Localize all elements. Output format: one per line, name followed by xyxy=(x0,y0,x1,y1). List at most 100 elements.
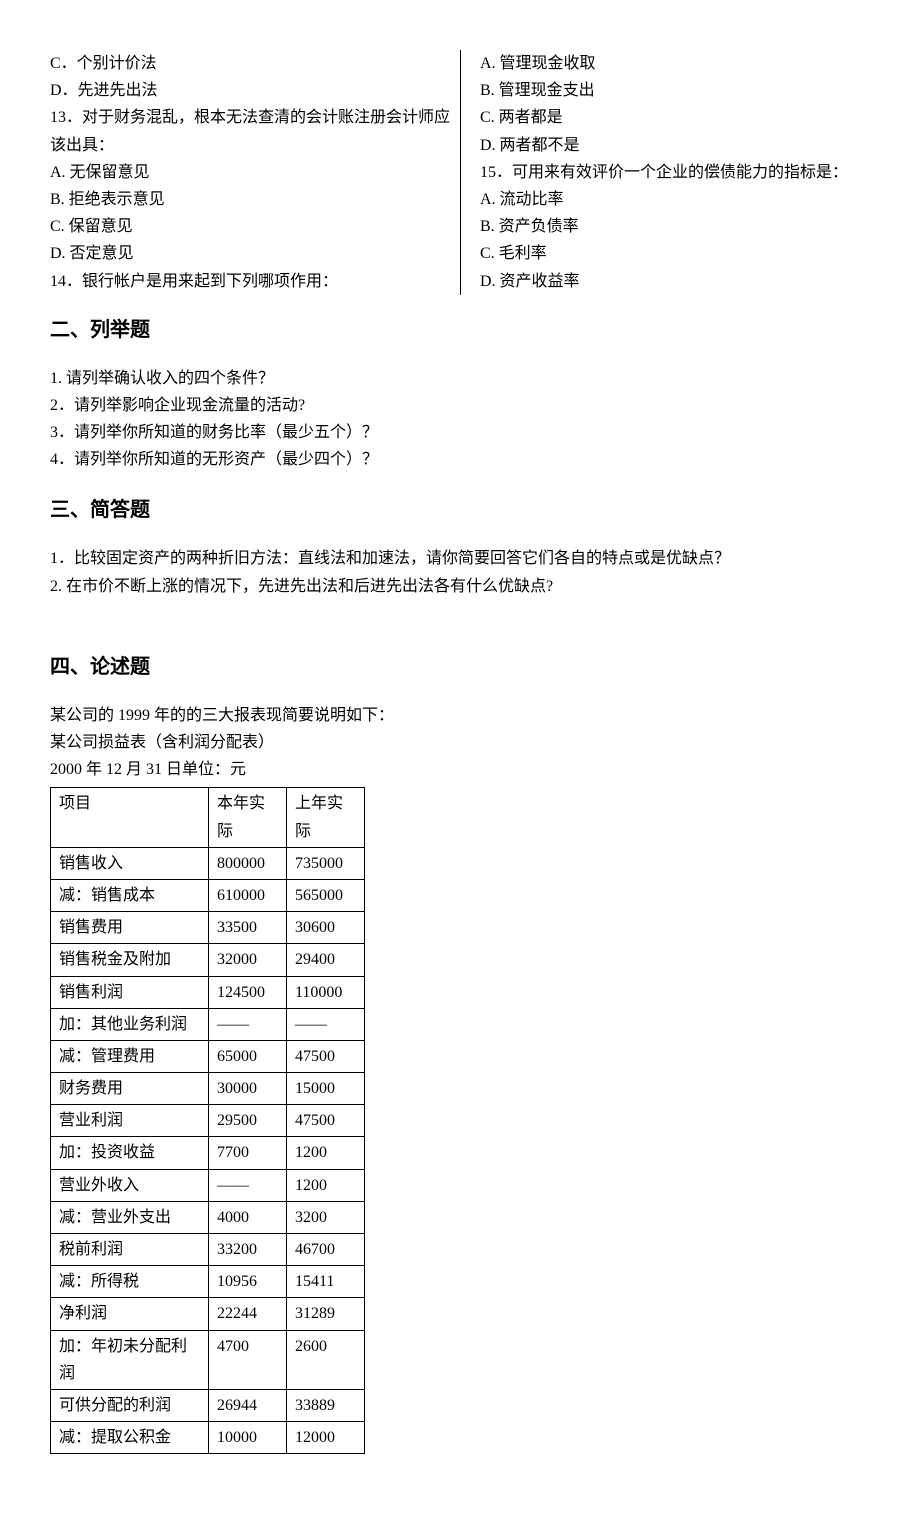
mc-line: 15．可用来有效评价一个企业的偿债能力的指标是： xyxy=(480,159,870,186)
table-row: 销售收入800000735000 xyxy=(51,847,365,879)
table-cell: 2600 xyxy=(287,1330,365,1389)
table-cell: 加：投资收益 xyxy=(51,1137,209,1169)
mc-line: C. 两者都是 xyxy=(480,104,870,131)
table-row: 加：年初未分配利润47002600 xyxy=(51,1330,365,1389)
table-row: 减：提取公积金1000012000 xyxy=(51,1422,365,1454)
multiple-choice-columns: C．个别计价法 D．先进先出法 13．对于财务混乱，根本无法查清的会计账注册会计… xyxy=(50,50,870,295)
table-cell: 29400 xyxy=(287,944,365,976)
table-cell: 10956 xyxy=(209,1266,287,1298)
table-cell: 32000 xyxy=(209,944,287,976)
table-cell: 3200 xyxy=(287,1201,365,1233)
table-cell: 可供分配的利润 xyxy=(51,1389,209,1421)
table-cell: 加：年初未分配利润 xyxy=(51,1330,209,1389)
table-row: 净利润2224431289 xyxy=(51,1298,365,1330)
table-cell: 30000 xyxy=(209,1073,287,1105)
table-cell: 1200 xyxy=(287,1137,365,1169)
table-cell: 565000 xyxy=(287,879,365,911)
income-statement-table: 项目本年实际上年实际销售收入800000735000减：销售成本61000056… xyxy=(50,787,365,1454)
section-2-title: 二、列举题 xyxy=(50,313,870,347)
table-row: 销售利润124500110000 xyxy=(51,976,365,1008)
mc-line: C．个别计价法 xyxy=(50,50,450,77)
table-cell: 减：管理费用 xyxy=(51,1040,209,1072)
table-row: 减：管理费用6500047500 xyxy=(51,1040,365,1072)
mc-line: D. 资产收益率 xyxy=(480,268,870,295)
mc-line: A. 管理现金收取 xyxy=(480,50,870,77)
table-header-cell: 项目 xyxy=(51,788,209,847)
intro-line: 某公司损益表（含利润分配表） xyxy=(50,729,870,756)
table-cell: 47500 xyxy=(287,1105,365,1137)
table-header-row: 项目本年实际上年实际 xyxy=(51,788,365,847)
intro-line: 某公司的 1999 年的的三大报表现简要说明如下： xyxy=(50,702,870,729)
table-cell: 33500 xyxy=(209,912,287,944)
table-cell: 610000 xyxy=(209,879,287,911)
table-cell: 65000 xyxy=(209,1040,287,1072)
list-item: 3．请列举你所知道的财务比率（最少五个）？ xyxy=(50,419,870,446)
table-cell: 减：销售成本 xyxy=(51,879,209,911)
section-4-content: 某公司的 1999 年的的三大报表现简要说明如下： 某公司损益表（含利润分配表）… xyxy=(50,702,870,1455)
table-cell: 110000 xyxy=(287,976,365,1008)
section-3-content: 1．比较固定资产的两种折旧方法：直线法和加速法，请你简要回答它们各自的特点或是优… xyxy=(50,545,870,599)
mc-left-column: C．个别计价法 D．先进先出法 13．对于财务混乱，根本无法查清的会计账注册会计… xyxy=(50,50,460,295)
table-cell: 1200 xyxy=(287,1169,365,1201)
table-cell: 10000 xyxy=(209,1422,287,1454)
table-cell: 33889 xyxy=(287,1389,365,1421)
list-item: 2. 在市价不断上涨的情况下，先进先出法和后进先出法各有什么优缺点? xyxy=(50,573,870,600)
table-cell: 735000 xyxy=(287,847,365,879)
table-row: 财务费用3000015000 xyxy=(51,1073,365,1105)
table-row: 加：投资收益77001200 xyxy=(51,1137,365,1169)
table-cell: 30600 xyxy=(287,912,365,944)
table-row: 加：其他业务利润———— xyxy=(51,1008,365,1040)
table-row: 营业利润2950047500 xyxy=(51,1105,365,1137)
list-item: 2．请列举影响企业现金流量的活动? xyxy=(50,392,870,419)
table-cell: 47500 xyxy=(287,1040,365,1072)
mc-line: D．先进先出法 xyxy=(50,77,450,104)
table-cell: 26944 xyxy=(209,1389,287,1421)
table-cell: 31289 xyxy=(287,1298,365,1330)
table-header-cell: 本年实际 xyxy=(209,788,287,847)
table-cell: —— xyxy=(209,1169,287,1201)
table-cell: 营业外收入 xyxy=(51,1169,209,1201)
table-cell: 15000 xyxy=(287,1073,365,1105)
table-cell: —— xyxy=(287,1008,365,1040)
mc-right-column: A. 管理现金收取 B. 管理现金支出 C. 两者都是 D. 两者都不是 15．… xyxy=(460,50,870,295)
table-row: 税前利润3320046700 xyxy=(51,1234,365,1266)
mc-line: B. 拒绝表示意见 xyxy=(50,186,450,213)
table-cell: 加：其他业务利润 xyxy=(51,1008,209,1040)
mc-line: A. 流动比率 xyxy=(480,186,870,213)
mc-line: B. 管理现金支出 xyxy=(480,77,870,104)
table-cell: 销售税金及附加 xyxy=(51,944,209,976)
column-divider xyxy=(460,50,461,295)
table-cell: 净利润 xyxy=(51,1298,209,1330)
table-cell: 财务费用 xyxy=(51,1073,209,1105)
table-cell: 29500 xyxy=(209,1105,287,1137)
table-cell: —— xyxy=(209,1008,287,1040)
mc-line: D. 否定意见 xyxy=(50,240,450,267)
mc-line: D. 两者都不是 xyxy=(480,132,870,159)
table-cell: 15411 xyxy=(287,1266,365,1298)
table-row: 可供分配的利润2694433889 xyxy=(51,1389,365,1421)
table-row: 营业外收入——1200 xyxy=(51,1169,365,1201)
table-row: 销售费用3350030600 xyxy=(51,912,365,944)
table-cell: 46700 xyxy=(287,1234,365,1266)
table-cell: 减：所得税 xyxy=(51,1266,209,1298)
table-cell: 12000 xyxy=(287,1422,365,1454)
table-row: 减：营业外支出40003200 xyxy=(51,1201,365,1233)
table-cell: 营业利润 xyxy=(51,1105,209,1137)
mc-line: C. 保留意见 xyxy=(50,213,450,240)
section-2-content: 1. 请列举确认收入的四个条件？ 2．请列举影响企业现金流量的活动? 3．请列举… xyxy=(50,365,870,474)
mc-line: 13．对于财务混乱，根本无法查清的会计账注册会计师应该出具： xyxy=(50,104,450,158)
mc-line: B. 资产负债率 xyxy=(480,213,870,240)
section-4-title: 四、论述题 xyxy=(50,650,870,684)
table-cell: 销售收入 xyxy=(51,847,209,879)
table-cell: 7700 xyxy=(209,1137,287,1169)
list-item: 1．比较固定资产的两种折旧方法：直线法和加速法，请你简要回答它们各自的特点或是优… xyxy=(50,545,870,572)
table-cell: 减：提取公积金 xyxy=(51,1422,209,1454)
list-item: 4．请列举你所知道的无形资产（最少四个）？ xyxy=(50,446,870,473)
table-row: 减：销售成本610000565000 xyxy=(51,879,365,911)
table-row: 销售税金及附加3200029400 xyxy=(51,944,365,976)
table-cell: 销售费用 xyxy=(51,912,209,944)
intro-line: 2000 年 12 月 31 日单位：元 xyxy=(50,756,870,783)
table-cell: 124500 xyxy=(209,976,287,1008)
mc-line: A. 无保留意见 xyxy=(50,159,450,186)
section-3-title: 三、简答题 xyxy=(50,493,870,527)
